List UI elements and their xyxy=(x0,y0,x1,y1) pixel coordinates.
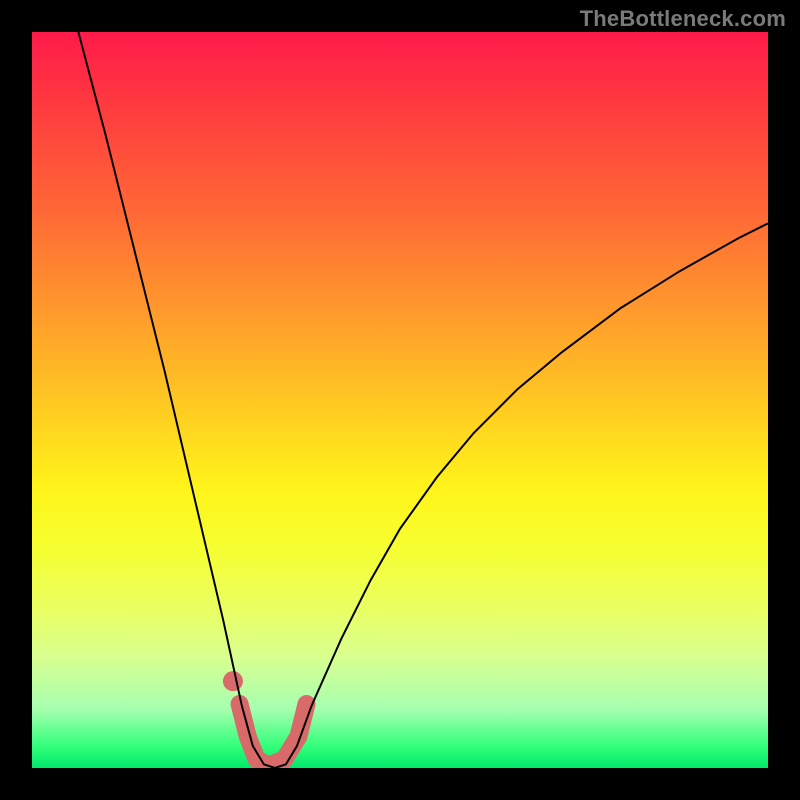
bottleneck-curve xyxy=(78,32,768,768)
plot-area xyxy=(32,32,768,768)
watermark-text: TheBottleneck.com xyxy=(580,6,786,32)
chart-frame: TheBottleneck.com xyxy=(0,0,800,800)
chart-svg xyxy=(32,32,768,768)
valley-dot xyxy=(223,671,243,691)
